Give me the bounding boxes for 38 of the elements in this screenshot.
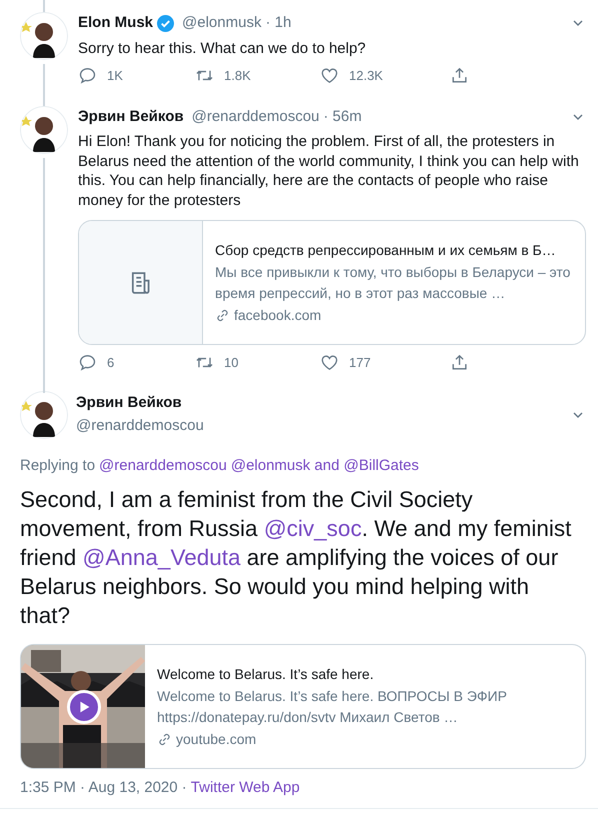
mention-link[interactable]: @renarddemoscou (99, 454, 227, 477)
reply-button[interactable]: 1K (78, 66, 195, 86)
tweet-time[interactable]: · 1h (265, 12, 292, 34)
like-button[interactable]: 12.3K (320, 66, 450, 86)
user-name[interactable]: Эрвин Вейков (78, 106, 184, 128)
tweet-timestamp: 1:35 PM · Aug 13, 2020 · (20, 778, 187, 798)
reply-button[interactable]: 6 (78, 353, 195, 372)
card-domain: facebook.com (234, 306, 322, 324)
card-domain: youtube.com (176, 730, 256, 749)
tweet-text: Second, I am a feminist from the Civil Society movement, from Russia @civ_soc. We and my feminist friend @Anna_Veduta are amplifying the voices of our Belarus neighbors. So would you mind helping with that? (20, 486, 572, 630)
user-name[interactable]: Эрвин Вейков (76, 392, 182, 414)
count: 6 (107, 354, 114, 372)
tweet-time[interactable]: · 56m (323, 106, 362, 128)
user-handle[interactable]: @renarddemoscou (192, 106, 320, 128)
count: 1.8K (224, 67, 251, 85)
retweet-button[interactable]: 1.8K (195, 66, 320, 86)
count: 12.3K (349, 67, 383, 85)
card-description: Welcome to Belarus. It’s safe here. ВОПРОСЫ В ЭФИР https://donatepay.ru/don/svtv Михаил Светов … (157, 686, 508, 727)
mention-link[interactable]: @Anna_Veduta (82, 545, 241, 570)
replying-label: Replying to (20, 456, 96, 476)
like-button[interactable]: 177 (320, 353, 450, 372)
mention-link[interactable]: @civ_soc (264, 516, 362, 541)
retweet-button[interactable]: 10 (195, 353, 320, 372)
card-description: Мы все привыкли к тому, что выборы в Беларуси – это время репрессий, но в этот раз массовые … (215, 262, 572, 303)
link-card[interactable]: Сбор средств репрессированным и их семьям в Б… Мы все привыкли к тому, что выборы в Беларуси – это время репрессий, но в этот раз массовые … facebook.com (78, 220, 586, 345)
mention-link[interactable]: @elonmusk and @BillGates (230, 454, 419, 477)
count: 177 (349, 354, 371, 372)
user-name[interactable]: Elon Musk (78, 12, 154, 34)
card-title: Сбор средств репрессированным и их семьям в Б… (215, 240, 557, 260)
user-handle[interactable]: @renarddemoscou (76, 414, 204, 437)
card-title: Welcome to Belarus. It’s safe here. (157, 664, 375, 684)
user-handle[interactable]: @elonmusk (182, 12, 262, 34)
count: 1K (107, 67, 123, 85)
source-link[interactable]: Twitter Web App (190, 777, 300, 800)
tweet-text: Sorry to hear this. What can we do to help? (78, 38, 367, 58)
tweet-text: Hi Elon! Thank you for noticing the problem. First of all, the protesters in Belarus need the attention of the world community, I think you can help with this. You can help financially, here are the contacts of people who raise money for the protesters (78, 132, 580, 210)
link-card[interactable]: Welcome to Belarus. It’s safe here. Welcome to Belarus. It’s safe here. ВОПРОСЫ В ЭФИР https://donatepay.ru/don/svtv Михаил Светов … youtube.com (20, 644, 586, 769)
count: 10 (224, 354, 238, 372)
